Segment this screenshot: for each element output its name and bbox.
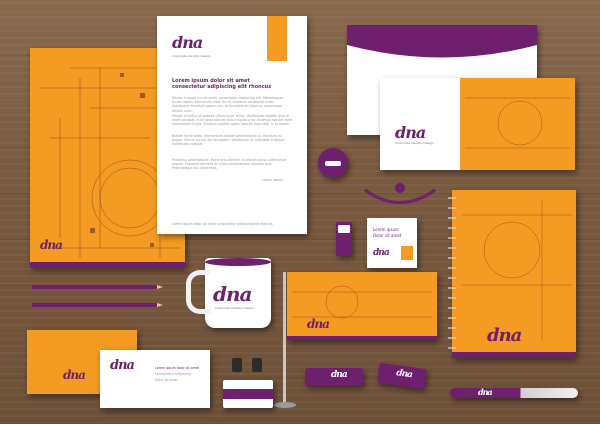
eraser [223, 380, 273, 408]
id-badge-logo: dna [373, 248, 390, 258]
id-badge-photo [401, 246, 413, 260]
brochure-orange-panel [460, 78, 575, 170]
letterhead-paragraph-1: Mauris in ligula nisl sit amet, consecte… [172, 96, 284, 113]
usb-drive-2: dna [376, 362, 428, 390]
letterhead-footer: Lorem ipsum dolor sit amet consectetur a… [172, 222, 273, 226]
business-card-line3: Dolor sit amet [155, 378, 178, 382]
button-badge [318, 148, 348, 178]
usb-drive-1: dna [305, 368, 363, 386]
binder-clip-1 [232, 358, 242, 372]
pencil-2-tip [157, 303, 163, 307]
business-card-line2: consectetur adipiscing [155, 372, 192, 376]
flag-base [274, 402, 296, 408]
binder-clip-2 [252, 358, 262, 372]
brochure-tagline: Corporate Identity Design [395, 141, 434, 145]
mug-handle [186, 270, 211, 314]
letterhead-tagline: Corporate Identity Design [172, 54, 211, 58]
mug: dna Corporate Identity Design [205, 258, 271, 328]
letterhead-paragraph-2: Mauris in luctus ut sodales ullamcorper … [172, 114, 293, 127]
letterhead-paragraph-4: Phasellus pellentesque. Morbi arcu dictu… [172, 158, 287, 171]
envelope-flap [347, 25, 537, 58]
pencil-1-tip [157, 285, 163, 289]
letterhead: dna Corporate Identity Design Lorem ipsu… [157, 16, 307, 234]
badge-label [325, 161, 341, 166]
mug-rim [205, 258, 271, 266]
pencil-1 [32, 285, 157, 289]
folder-logo: dna [40, 238, 63, 252]
letterhead-heading-2: consectetur adipiscing elit rhoncus [172, 84, 272, 90]
business-card-logo: dna [110, 358, 135, 373]
table-flag: dna [287, 272, 437, 340]
lighter-cap [338, 225, 350, 233]
brochure: dna Corporate Identity Design [380, 78, 575, 170]
brochure-circuit [465, 97, 570, 149]
lighter [336, 222, 352, 256]
id-badge-line1: Lorem ipsum [373, 227, 399, 232]
letterhead-paragraph-3: Nullam lacus tortor, elementum aliquet p… [172, 134, 286, 147]
letterhead-orange-tab [267, 16, 287, 61]
notebook-spiral [448, 197, 456, 349]
pencil-2 [32, 303, 157, 307]
spiral-notebook: dna [448, 190, 576, 358]
notebook-logo: dna [487, 325, 522, 346]
pen-logo: dna [478, 387, 493, 397]
letterhead-signature: Lorem ipsum [262, 178, 283, 182]
eraser-band [223, 389, 273, 399]
usb-1-logo: dna [331, 370, 348, 380]
orange-card-logo: dna [63, 368, 86, 382]
letterhead-logo: dna [172, 33, 203, 52]
brochure-logo: dna [395, 123, 426, 142]
notebook-strip [452, 352, 576, 358]
pen [450, 388, 578, 398]
mug-tagline: Corporate Identity Design [215, 306, 254, 310]
usb-2-logo: dna [395, 368, 413, 381]
mug-logo: dna [213, 282, 252, 306]
lanyard-strap [364, 183, 436, 204]
id-badge-line2: Dolor sit amet [373, 233, 402, 238]
flag-pole [283, 272, 286, 404]
flag-strip [287, 336, 437, 340]
flag-logo: dna [307, 317, 330, 331]
business-card-line1: Lorem ipsum dolor sit amet [155, 366, 199, 370]
id-badge: Lorem ipsum Dolor sit amet dna [367, 218, 417, 268]
stationery-mockup-scene: dna dna Corporate Identity Design Lorem … [0, 0, 600, 424]
folder-purple-strip [30, 262, 185, 268]
business-card: dna Lorem ipsum dolor sit amet consectet… [100, 350, 210, 408]
